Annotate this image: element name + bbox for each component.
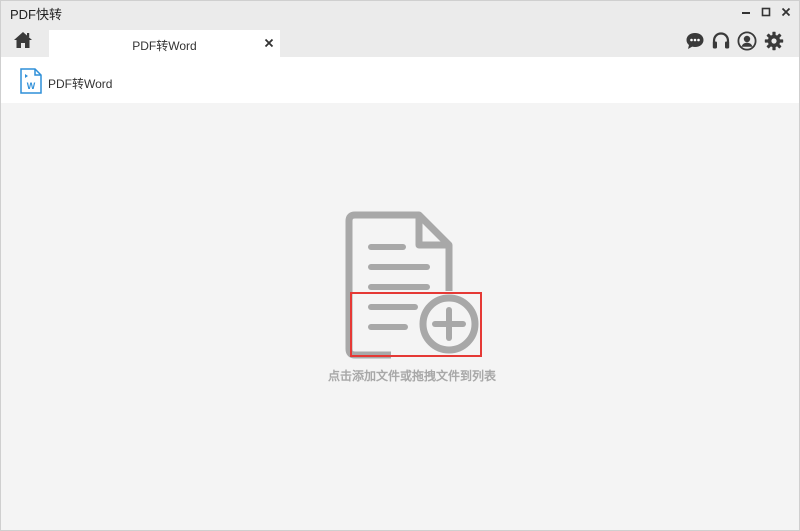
file-drop-zone[interactable]: 点击添加文件或拖拽文件到列表 [1, 103, 799, 530]
settings-button[interactable] [763, 30, 785, 52]
minimize-icon [742, 12, 750, 14]
add-file-graphic[interactable] [341, 207, 491, 367]
close-icon [781, 7, 791, 17]
account-button[interactable] [736, 30, 758, 52]
app-title: PDF快转 [10, 7, 63, 22]
close-icon[interactable] [263, 37, 275, 49]
svg-text:W: W [27, 81, 36, 91]
gear-icon [764, 31, 784, 51]
home-icon [14, 32, 32, 48]
maximize-button[interactable] [757, 4, 775, 20]
home-button[interactable] [12, 29, 34, 51]
app-window: PDF快转 PDF转Word W PDF转Word 点击添加文件或拖拽文件到列表 [0, 0, 800, 531]
tool-header: W PDF转Word [1, 57, 799, 103]
title-bar: PDF快转 [1, 1, 799, 23]
pdf-to-word-icon: W [20, 68, 42, 94]
tab-label: PDF转Word [132, 39, 197, 53]
maximize-icon [761, 7, 771, 17]
chat-icon [686, 33, 704, 49]
close-window-button[interactable] [777, 4, 795, 20]
headset-icon [712, 32, 730, 49]
tab-pdf-to-word[interactable]: PDF转Word [49, 30, 280, 57]
customer-support-button[interactable] [710, 30, 732, 52]
minimize-button[interactable] [737, 4, 755, 20]
tool-title: PDF转Word [48, 77, 113, 91]
tab-bar: PDF转Word [1, 23, 799, 57]
chat-button[interactable] [684, 30, 706, 52]
drop-hint-text: 点击添加文件或拖拽文件到列表 [327, 369, 496, 383]
user-icon [737, 31, 757, 51]
